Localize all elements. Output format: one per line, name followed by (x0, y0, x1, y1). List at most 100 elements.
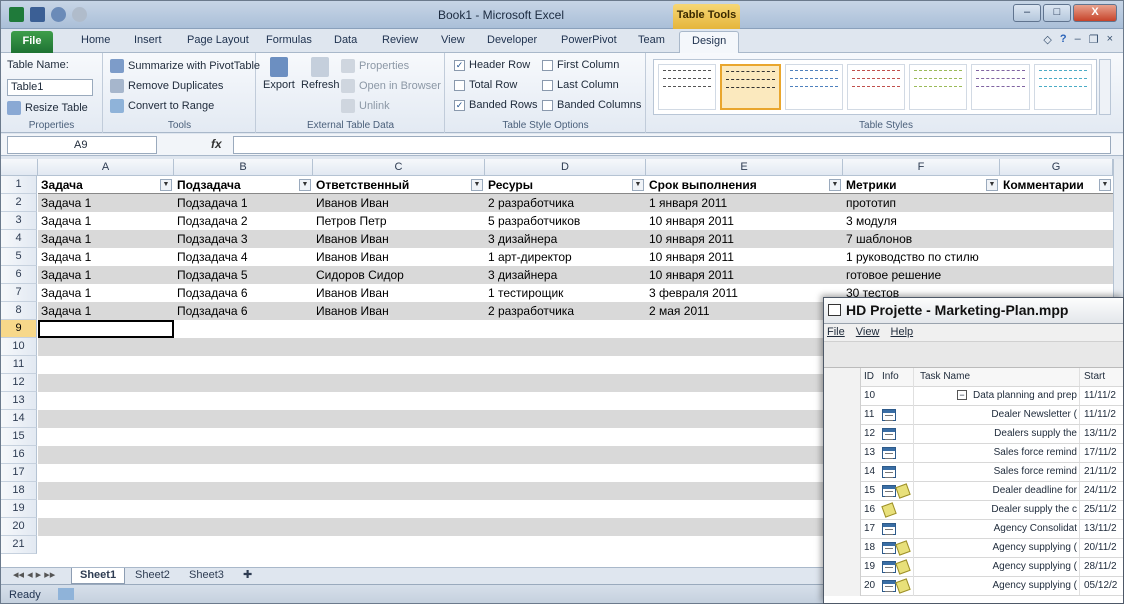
table-cell[interactable]: Задача 1 (38, 266, 174, 284)
task-row[interactable]: 19 Agency supplying (28/11/2 (824, 558, 1123, 577)
table-cell[interactable] (646, 356, 843, 374)
row-header[interactable]: 18 (1, 482, 37, 500)
table-cell[interactable] (313, 518, 485, 536)
row-header[interactable]: 13 (1, 392, 37, 410)
row-header[interactable]: 5 (1, 248, 37, 266)
table-cell[interactable] (313, 338, 485, 356)
tab-data[interactable]: Data (334, 34, 357, 46)
resize-table-button[interactable]: Resize Table (7, 101, 88, 115)
table-cell[interactable] (1000, 194, 1113, 212)
minimize-button[interactable]: – (1013, 4, 1041, 22)
table-cell[interactable] (485, 518, 646, 536)
header-cell[interactable]: Подзадача ▼ (174, 176, 313, 194)
table-cell[interactable] (646, 338, 843, 356)
row-header[interactable]: 4 (1, 230, 37, 248)
macro-record-icon[interactable] (57, 588, 74, 600)
header-cell[interactable]: Ресуры ▼ (485, 176, 646, 194)
row-header[interactable]: 17 (1, 464, 37, 482)
table-cell[interactable]: 10 января 2011 (646, 212, 843, 230)
task-row[interactable]: 15 Dealer deadline for 24/11/2 (824, 482, 1123, 501)
table-cell[interactable]: 3 февраля 2011 (646, 284, 843, 302)
unlink-button[interactable]: Unlink (341, 99, 390, 113)
table-cell[interactable] (646, 392, 843, 410)
table-cell[interactable]: Иванов Иван (313, 302, 485, 320)
row-header[interactable]: 15 (1, 428, 37, 446)
table-cell[interactable]: Подзадача 1 (174, 194, 313, 212)
header-cell[interactable]: Задача ▼ (38, 176, 174, 194)
task-row[interactable]: 16 Dealer supply the c 25/11/2 (824, 501, 1123, 520)
table-cell[interactable] (38, 356, 174, 374)
table-cell[interactable] (313, 464, 485, 482)
task-row[interactable]: 20 Agency supplying (05/12/2 (824, 577, 1123, 596)
task-row[interactable]: 14 Sales force remind 21/11/2 (824, 463, 1123, 482)
row-header[interactable]: 8 (1, 302, 37, 320)
open-in-browser-button[interactable]: Open in Browser (341, 79, 441, 93)
column-header-g[interactable]: G (1000, 159, 1113, 176)
table-cell[interactable]: 7 шаблонов (843, 230, 1000, 248)
filter-dropdown-icon[interactable]: ▼ (829, 179, 841, 191)
table-cell[interactable] (313, 392, 485, 410)
table-cell[interactable]: Задача 1 (38, 284, 174, 302)
refresh-button[interactable]: Refresh (301, 57, 340, 91)
remove-duplicates-button[interactable]: Remove Duplicates (110, 79, 223, 93)
table-cell[interactable] (646, 482, 843, 500)
table-cell[interactable] (313, 446, 485, 464)
table-cell[interactable]: 10 января 2011 (646, 248, 843, 266)
table-cell[interactable] (38, 518, 174, 536)
tab-formulas[interactable]: Formulas (266, 34, 312, 46)
ribbon-collapse-icon[interactable]: ◇ (1043, 33, 1051, 46)
close-button[interactable]: X (1073, 4, 1117, 22)
table-cell[interactable] (313, 356, 485, 374)
table-cell[interactable] (485, 338, 646, 356)
table-cell[interactable] (485, 356, 646, 374)
collapse-icon[interactable]: − (957, 390, 968, 401)
menu-file[interactable]: File (827, 326, 845, 338)
table-style-swatch[interactable] (909, 64, 968, 110)
table-cell[interactable] (174, 374, 313, 392)
table-cell[interactable] (38, 500, 174, 518)
column-header-c[interactable]: C (313, 159, 485, 176)
select-all-corner[interactable] (1, 159, 38, 176)
row-header[interactable]: 14 (1, 410, 37, 428)
banded-rows-checkbox[interactable]: ✓ Banded Rows (454, 99, 538, 111)
sheet-nav-arrows[interactable]: ◂◂ ◂ ▸ ▸▸ (5, 568, 63, 584)
table-cell[interactable]: 1 тестирощик (485, 284, 646, 302)
table-cell[interactable] (174, 320, 313, 338)
table-cell[interactable]: Задача 1 (38, 194, 174, 212)
styles-gallery-scroll[interactable] (1099, 59, 1111, 115)
table-cell[interactable]: Подзадача 3 (174, 230, 313, 248)
sheet-tab-3[interactable]: Sheet3 (181, 568, 232, 584)
table-cell[interactable] (485, 428, 646, 446)
filter-dropdown-icon[interactable]: ▼ (299, 179, 311, 191)
table-cell[interactable]: Петров Петр (313, 212, 485, 230)
row-header[interactable]: 7 (1, 284, 37, 302)
header-cell[interactable]: Комментарии ▼ (1000, 176, 1113, 194)
column-header-b[interactable]: B (174, 159, 313, 176)
tab-design[interactable]: Design (679, 31, 740, 54)
table-cell[interactable]: 3 модуля (843, 212, 1000, 230)
table-cell[interactable]: 10 января 2011 (646, 266, 843, 284)
table-cell[interactable] (313, 374, 485, 392)
table-style-swatch[interactable] (720, 64, 781, 110)
task-row[interactable]: 10 − Data planning and prep 11/11/2 (824, 387, 1123, 406)
export-button[interactable]: Export (263, 57, 295, 91)
table-cell[interactable]: 10 января 2011 (646, 230, 843, 248)
task-row[interactable]: 11 Dealer Newsletter (11/11/2 (824, 406, 1123, 425)
table-cell[interactable] (174, 392, 313, 410)
table-cell[interactable] (38, 464, 174, 482)
table-cell[interactable] (646, 536, 843, 554)
table-cell[interactable] (38, 482, 174, 500)
task-row[interactable]: 17 Agency Consolidat 13/11/2 (824, 520, 1123, 539)
filter-dropdown-icon[interactable]: ▼ (160, 179, 172, 191)
banded-columns-checkbox[interactable]: Banded Columns (542, 99, 641, 111)
tab-insert[interactable]: Insert (134, 34, 162, 46)
table-cell[interactable] (485, 536, 646, 554)
table-cell[interactable] (38, 392, 174, 410)
table-cell[interactable]: Задача 1 (38, 212, 174, 230)
table-cell[interactable] (485, 410, 646, 428)
table-cell[interactable] (38, 446, 174, 464)
table-cell[interactable] (485, 482, 646, 500)
table-cell[interactable]: готовое решение (843, 266, 1000, 284)
table-cell[interactable] (485, 446, 646, 464)
table-cell[interactable] (174, 410, 313, 428)
